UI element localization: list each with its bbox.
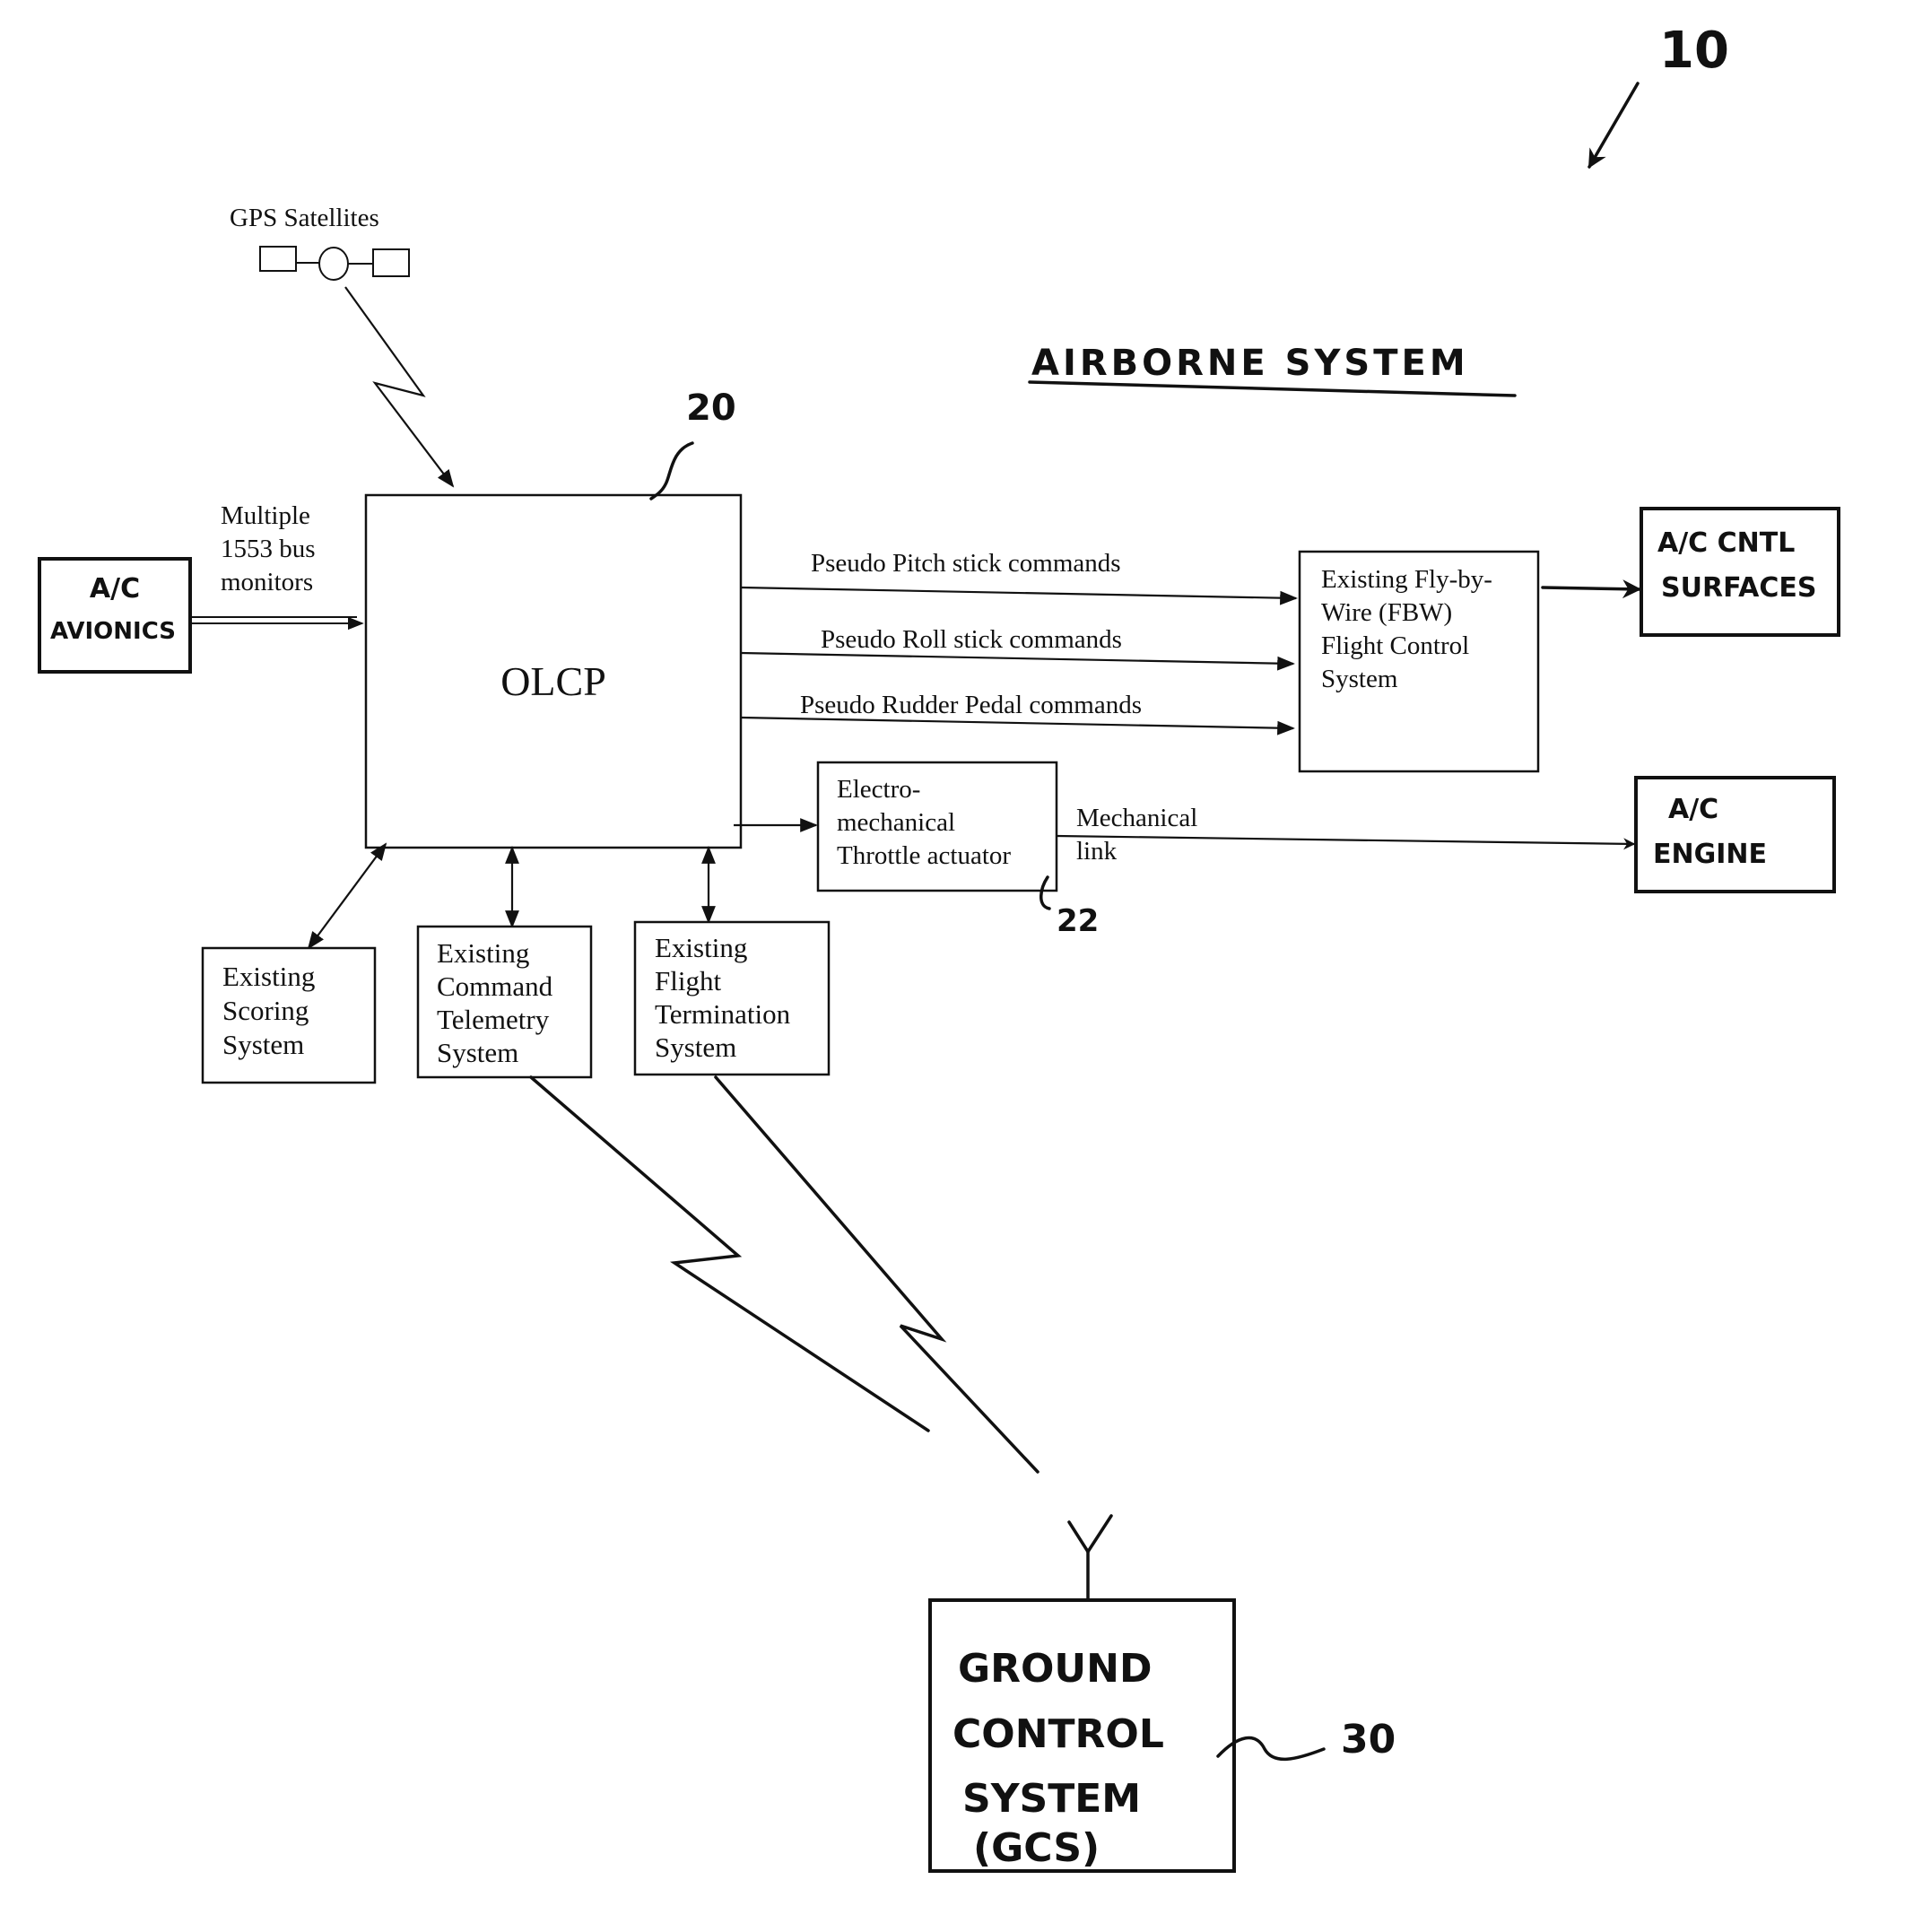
olcp-reference-number: 20 bbox=[686, 387, 736, 429]
bus-monitor-label: Multiple 1553 bus monitors bbox=[221, 501, 322, 596]
olcp-reference-leader bbox=[649, 441, 694, 500]
pitch-command-arrow bbox=[740, 586, 1298, 605]
gcs-reference-number: 30 bbox=[1341, 1717, 1396, 1762]
mechanical-link-arrow bbox=[1056, 834, 1636, 850]
mechanical-link-label: Mechanical link bbox=[1076, 804, 1205, 866]
figure-reference-arrow bbox=[1588, 82, 1640, 169]
engine-box[interactable] bbox=[1634, 776, 1836, 893]
termination-wireless-link bbox=[714, 1075, 1039, 1474]
gps-label: GPS Satellites bbox=[230, 204, 379, 232]
rudder-command-label: Pseudo Rudder Pedal commands bbox=[800, 691, 1142, 719]
figure-reference-number: 10 bbox=[1659, 22, 1729, 80]
section-title: AIRBORNE SYSTEM bbox=[1031, 343, 1469, 384]
satellite-icon bbox=[259, 246, 410, 281]
antenna-icon bbox=[1067, 1514, 1113, 1602]
olcp-label: OLCP bbox=[500, 658, 606, 704]
roll-command-label: Pseudo Roll stick commands bbox=[821, 625, 1122, 654]
fbw-to-surfaces-arrow bbox=[1541, 579, 1642, 599]
section-title-underline bbox=[1028, 380, 1517, 397]
gps-wireless-link bbox=[344, 286, 455, 488]
avionics-label-line2: AVIONICS bbox=[50, 618, 176, 645]
airborne-system-diagram: 10 AIRBORNE SYSTEM GPS Satellites OLCP 2… bbox=[38, 22, 1840, 1873]
scoring-link-arrow bbox=[307, 842, 387, 950]
pitch-command-label: Pseudo Pitch stick commands bbox=[811, 549, 1121, 578]
avionics-label-line1: A/C bbox=[90, 573, 140, 605]
roll-command-arrow bbox=[740, 651, 1295, 671]
throttle-reference-number: 22 bbox=[1057, 903, 1099, 939]
